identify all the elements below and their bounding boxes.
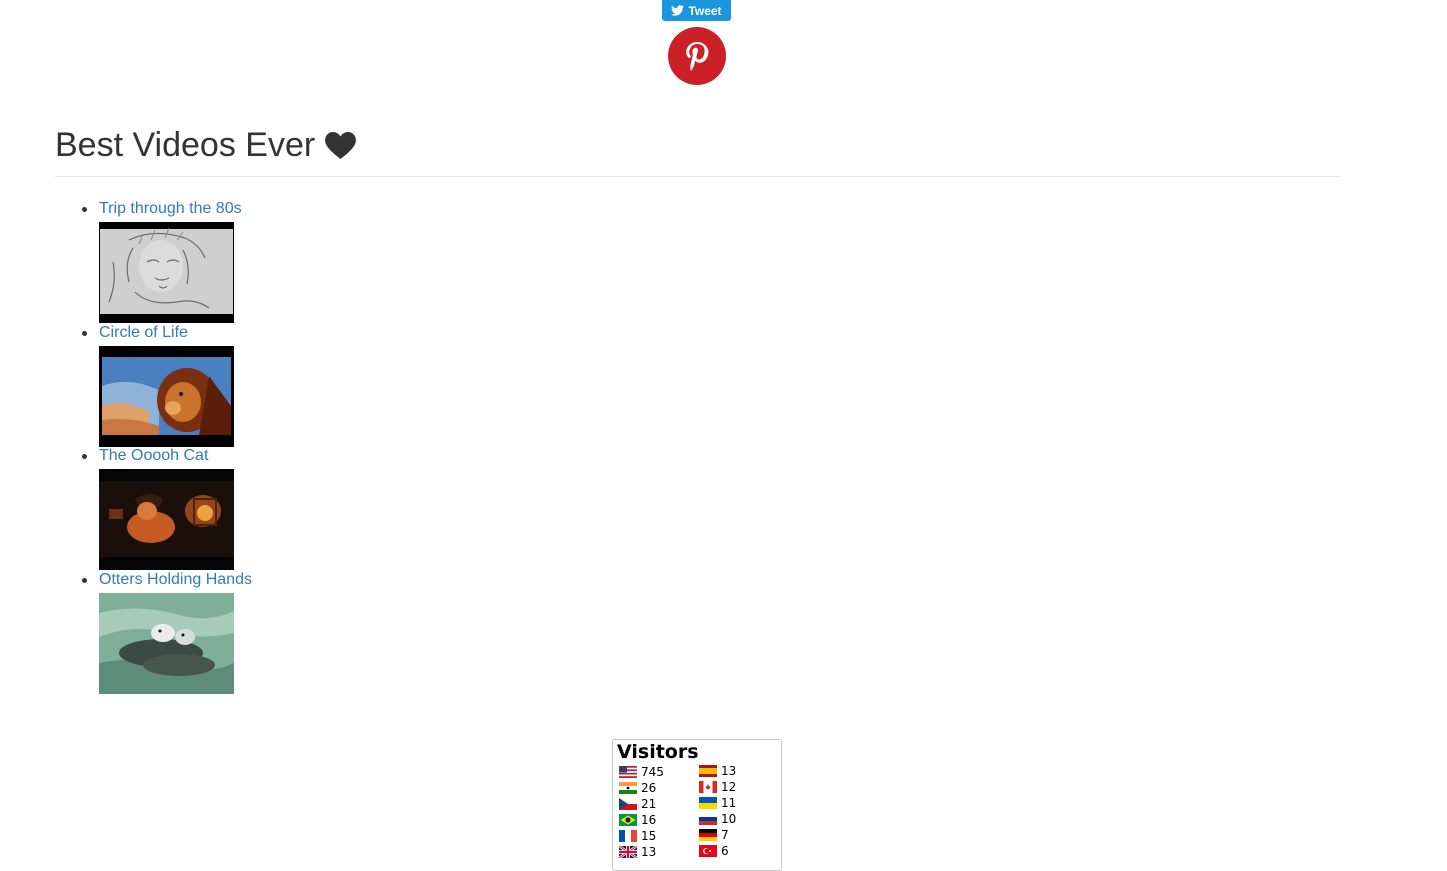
video-link[interactable]: Trip through the 80s — [99, 200, 242, 218]
tweet-label: Tweet — [688, 3, 722, 18]
visitor-count: 15 — [641, 828, 657, 843]
video-thumbnail[interactable] — [99, 222, 234, 323]
visitors-widget[interactable]: Visitors 745 26 21 16 15 13 13 12 11 10 … — [612, 739, 782, 871]
visitor-count: 745 — [641, 764, 664, 779]
visitor-row-gb: 13 — [619, 844, 656, 859]
video-link[interactable]: Circle of Life — [99, 324, 188, 342]
visitor-count: 7 — [721, 827, 729, 842]
visitor-count: 12 — [721, 779, 737, 794]
heart-icon — [325, 132, 357, 159]
visitor-count: 16 — [641, 812, 657, 827]
fr-flag-icon — [619, 829, 637, 842]
in-flag-icon — [619, 781, 637, 794]
video-link[interactable]: Otters Holding Hands — [99, 571, 252, 589]
visitor-row-ca: 12 — [699, 779, 736, 794]
pinterest-icon — [686, 42, 709, 71]
twitter-bird-icon — [671, 5, 685, 16]
visitor-count: 6 — [721, 843, 729, 858]
gb-flag-icon — [619, 845, 637, 858]
ru-flag-icon — [699, 812, 717, 825]
visitor-row-in: 26 — [619, 780, 656, 795]
visitors-title: Visitors — [617, 741, 699, 763]
title-divider — [55, 176, 1340, 177]
bullet — [82, 330, 87, 336]
list-item: Circle of Life — [0, 323, 300, 447]
visitor-row-fr: 15 — [619, 828, 656, 843]
page-title: Best Videos Ever — [55, 126, 357, 165]
visitor-count: 11 — [721, 795, 737, 810]
list-item: The Ooooh Cat — [0, 446, 300, 570]
ua-flag-icon — [699, 796, 717, 809]
visitor-count: 10 — [721, 811, 737, 826]
video-thumbnail[interactable] — [99, 345, 234, 447]
list-item: Trip through the 80s — [0, 199, 300, 323]
tweet-button[interactable]: Tweet — [662, 0, 731, 21]
br-flag-icon — [619, 813, 637, 826]
visitor-count: 13 — [641, 844, 657, 859]
bullet — [82, 454, 87, 459]
video-thumbnail[interactable] — [99, 469, 234, 570]
video-thumbnail[interactable] — [99, 592, 234, 694]
de-flag-icon — [699, 828, 717, 841]
us-flag-icon — [619, 765, 637, 778]
pinterest-button[interactable] — [668, 27, 726, 85]
ca-flag-icon — [699, 780, 717, 793]
es-flag-icon — [699, 764, 717, 777]
tr-flag-icon — [699, 844, 717, 857]
cz-flag-icon — [619, 797, 637, 810]
visitor-row-br: 16 — [619, 812, 656, 827]
visitor-row-ru: 10 — [699, 811, 736, 826]
visitor-row-tr: 6 — [699, 843, 729, 858]
visitor-row-de: 7 — [699, 827, 729, 842]
visitor-row-cz: 21 — [619, 796, 656, 811]
visitor-count: 13 — [721, 763, 737, 778]
visitor-count: 21 — [641, 796, 657, 811]
visitor-row-us: 745 — [619, 764, 664, 779]
video-list: Trip through the 80s Circle of Life The … — [0, 199, 300, 694]
page-title-text: Best Videos Ever — [55, 126, 316, 164]
bullet — [82, 207, 87, 212]
video-link[interactable]: The Ooooh Cat — [99, 447, 208, 465]
visitor-row-ua: 11 — [699, 795, 736, 810]
list-item: Otters Holding Hands — [0, 570, 300, 694]
visitor-row-es: 13 — [699, 763, 736, 778]
bullet — [82, 577, 87, 583]
visitor-count: 26 — [641, 780, 657, 795]
